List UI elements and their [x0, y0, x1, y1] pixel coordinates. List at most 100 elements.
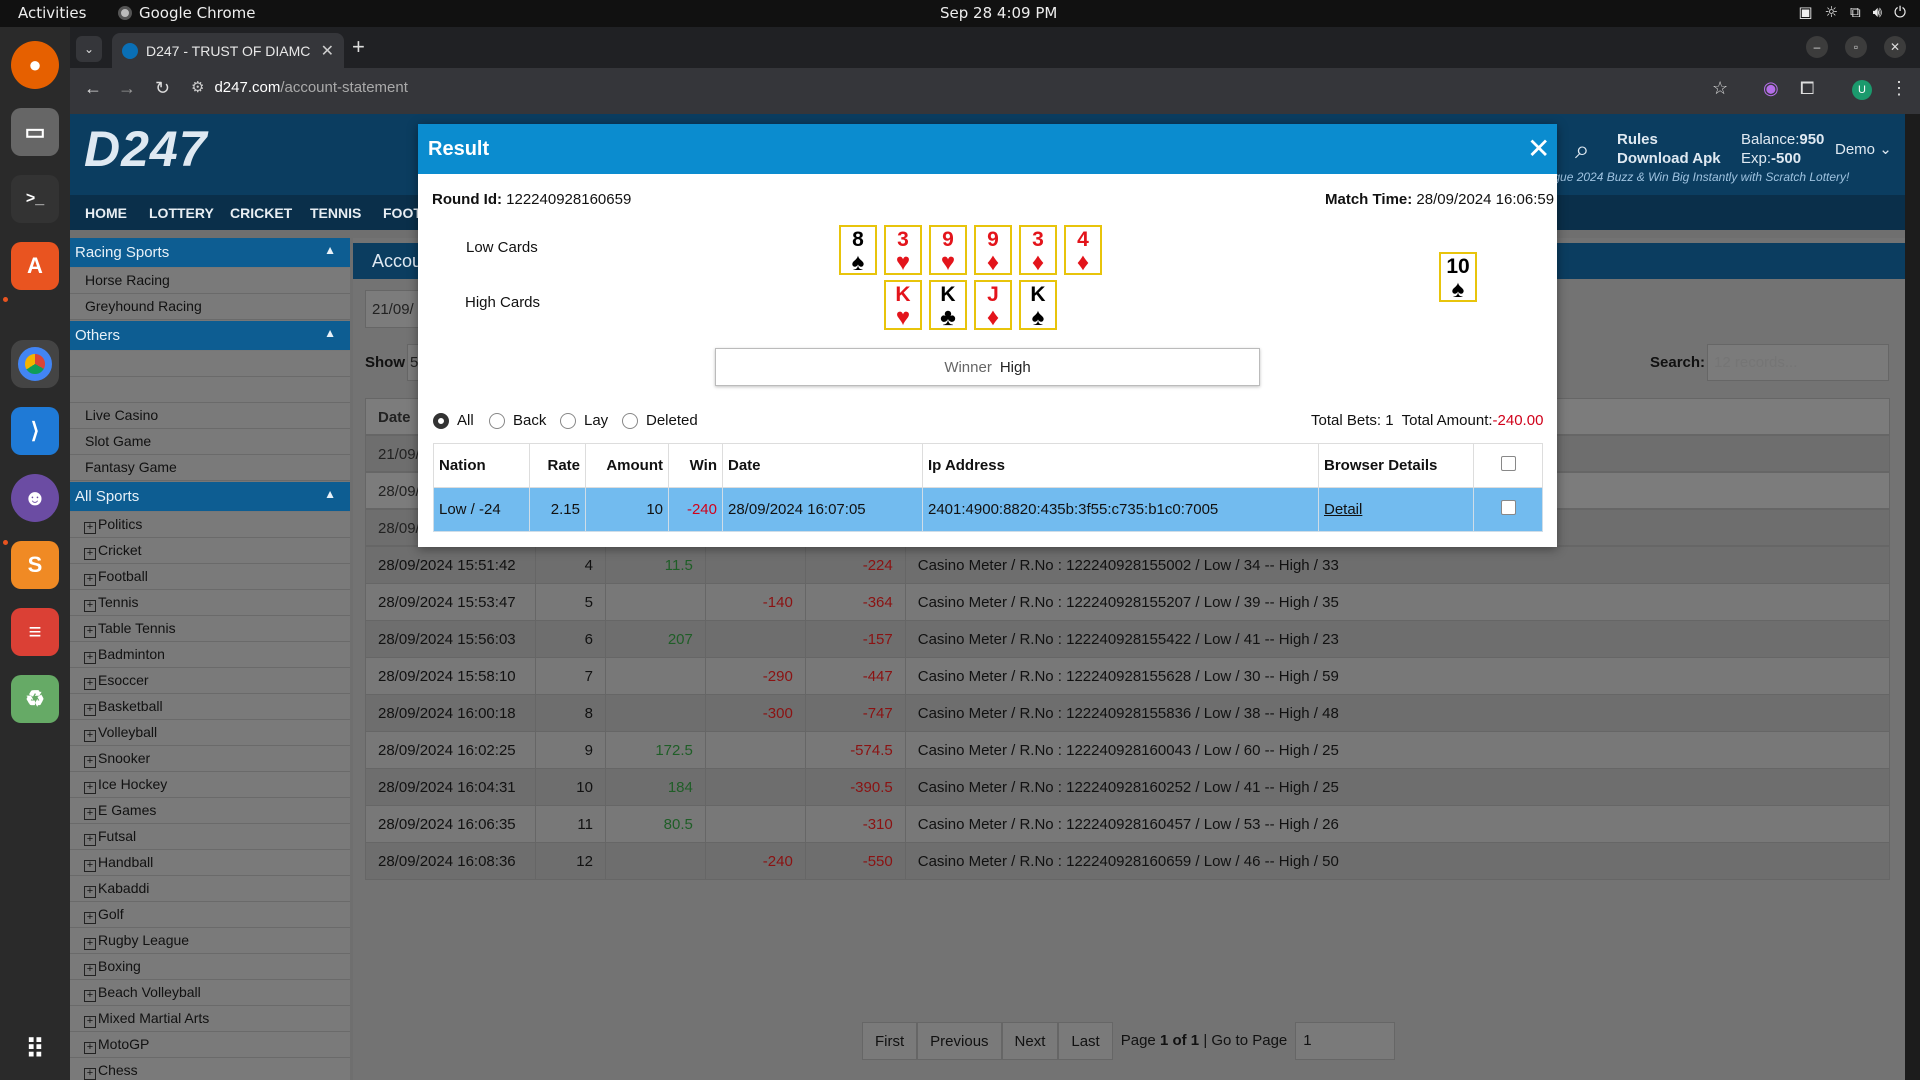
filter-all-radio[interactable]: All: [433, 412, 474, 429]
nav-home[interactable]: HOME: [85, 205, 127, 221]
sidebar-item-sport[interactable]: + E Games: [70, 798, 350, 824]
sidebar-item-sport[interactable]: + Volleyball: [70, 720, 350, 746]
sidebar-item-sport[interactable]: + Tennis: [70, 590, 350, 616]
select-all-checkbox[interactable]: [1500, 456, 1516, 471]
sidebar-item-sport[interactable]: + Chess: [70, 1058, 350, 1080]
sidebar-item-sport[interactable]: + Football: [70, 564, 350, 590]
extension-icon[interactable]: ◉: [1763, 78, 1779, 99]
site-info-icon[interactable]: ⚙: [191, 78, 204, 96]
todoist-icon[interactable]: ≡: [11, 608, 59, 656]
trash-icon[interactable]: ♻: [11, 675, 59, 723]
minimize-button[interactable]: –: [1806, 36, 1828, 58]
reload-icon[interactable]: ↻: [155, 78, 170, 99]
table-row: 28/09/2024 15:53:47 5 -140 -364 Casino Meter…: [365, 583, 1891, 621]
sidebar-item-sport[interactable]: + Handball: [70, 850, 350, 876]
chevron-up-icon: ▲: [324, 326, 336, 340]
show-apps-icon[interactable]: ⠿: [11, 1025, 59, 1073]
sidebar-item-sport[interactable]: + Kabaddi: [70, 876, 350, 902]
expand-plus-icon: +: [84, 938, 96, 950]
detail-link[interactable]: Detail: [1324, 501, 1362, 518]
download-apk-link[interactable]: Download Apk: [1617, 150, 1721, 167]
browser-menu-icon[interactable]: ⋮: [1890, 78, 1908, 99]
site-logo[interactable]: D247: [84, 120, 208, 178]
table-row: 28/09/2024 16:06:35 11 80.5 -310 Casino Mete…: [365, 805, 1891, 843]
nav-cricket[interactable]: CRICKET: [230, 205, 292, 221]
sidebar-item-sport[interactable]: + Esoccer: [70, 668, 350, 694]
active-app-menu[interactable]: Google Chrome: [118, 4, 256, 22]
profile-avatar[interactable]: U: [1852, 80, 1872, 100]
last-page-button[interactable]: Last: [1058, 1022, 1113, 1060]
sidebar-item-horse-racing[interactable]: Horse Racing: [70, 268, 350, 294]
sublime-text-icon[interactable]: S: [11, 541, 59, 589]
low-card: 3 ♦: [1019, 225, 1057, 275]
sidebar-item-sport[interactable]: + Basketball: [70, 694, 350, 720]
filter-deleted-radio[interactable]: Deleted: [622, 412, 698, 429]
filter-lay-radio[interactable]: Lay: [560, 412, 608, 429]
activities-button[interactable]: Activities: [18, 4, 86, 22]
goto-label: | Go to Page: [1203, 1032, 1288, 1049]
browser-tab[interactable]: D247 - TRUST OF DIAMC ✕: [112, 33, 344, 68]
sidebar-item-fantasy-game[interactable]: Fantasy Game: [70, 455, 350, 481]
files-icon[interactable]: ▭: [11, 108, 59, 156]
maximize-button[interactable]: ▫: [1845, 36, 1867, 58]
sidebar-item-sport[interactable]: + Beach Volleyball: [70, 980, 350, 1006]
forward-icon[interactable]: →: [118, 78, 136, 99]
search-input[interactable]: [1707, 344, 1889, 381]
bet-row-checkbox[interactable]: [1500, 500, 1516, 515]
sidebar-item-sport[interactable]: + Rugby League: [70, 928, 350, 954]
sidebar-item-sport[interactable]: + Mixed Martial Arts: [70, 1006, 350, 1032]
goto-page-input[interactable]: 1: [1295, 1022, 1396, 1060]
new-tab-button[interactable]: +: [352, 34, 365, 60]
winner-box: Winner High: [715, 348, 1260, 386]
sidebar-item-sport[interactable]: + Golf: [70, 902, 350, 928]
expand-plus-icon: +: [84, 912, 96, 924]
card-suit-icon: ♣: [940, 304, 956, 331]
bookmark-star-icon[interactable]: ☆: [1712, 78, 1728, 99]
exposure-display[interactable]: Exp:-500: [1741, 150, 1801, 167]
system-tray[interactable]: ▣ ☼ ⧉ 🔊︎ ⏻: [1798, 3, 1906, 21]
extensions-puzzle-icon[interactable]: ⧠: [1800, 78, 1814, 99]
app-center-icon[interactable]: A: [11, 242, 59, 290]
sidebar-others-header[interactable]: Others ▲: [70, 321, 350, 350]
nav-lottery[interactable]: LOTTERY: [149, 205, 214, 221]
close-tab-icon[interactable]: ✕: [321, 41, 334, 61]
rules-link[interactable]: Rules: [1617, 131, 1658, 148]
chrome-dock-icon[interactable]: [11, 340, 59, 388]
sidebar-item-slot-game[interactable]: Slot Game: [70, 429, 350, 455]
sidebar-item-greyhound-racing[interactable]: Greyhound Racing: [70, 294, 350, 320]
first-page-button[interactable]: First: [862, 1022, 918, 1060]
sidebar-item-sport[interactable]: + MotoGP: [70, 1032, 350, 1058]
pidgin-icon[interactable]: ☻: [11, 474, 59, 522]
vscode-icon[interactable]: ⟩: [11, 407, 59, 455]
filter-back-radio[interactable]: Back: [489, 412, 546, 429]
nav-tennis[interactable]: TENNIS: [310, 205, 361, 221]
address-bar[interactable]: ⚙ d247.com/account-statement: [191, 78, 408, 97]
sidebar-item-sport[interactable]: + Ice Hockey: [70, 772, 350, 798]
back-icon[interactable]: ←: [84, 78, 102, 99]
close-window-button[interactable]: ✕: [1884, 36, 1906, 58]
sport-label: MotoGP: [98, 1036, 150, 1052]
sidebar-item-sport[interactable]: + Politics: [70, 512, 350, 538]
sport-label: Esoccer: [98, 672, 149, 688]
sidebar-item-sport[interactable]: + Badminton: [70, 642, 350, 668]
exposure-label: Exp:: [1741, 150, 1772, 167]
search-icon[interactable]: ⌕: [1575, 134, 1590, 166]
sidebar-item-sport[interactable]: + Boxing: [70, 954, 350, 980]
user-menu[interactable]: Demo ⌄: [1835, 140, 1892, 158]
sidebar-item-sport[interactable]: + Cricket: [70, 538, 350, 564]
date-column-header[interactable]: Date: [378, 409, 411, 426]
firefox-icon[interactable]: ●: [11, 41, 59, 89]
sidebar-item-sport[interactable]: + Table Tennis: [70, 616, 350, 642]
date-from-input[interactable]: 21/09/: [365, 290, 425, 328]
sidebar-item-live-casino[interactable]: Live Casino: [70, 403, 350, 429]
previous-page-button[interactable]: Previous: [917, 1022, 1002, 1060]
tab-search-button[interactable]: ⌄: [76, 36, 102, 62]
sidebar-item-sport[interactable]: + Snooker: [70, 746, 350, 772]
sidebar-all-sports-header[interactable]: All Sports ▲: [70, 482, 350, 511]
terminal-icon[interactable]: >_: [11, 175, 59, 223]
close-icon[interactable]: ✕: [1527, 135, 1550, 163]
sidebar-racing-header[interactable]: Racing Sports ▲: [70, 238, 350, 267]
next-page-button[interactable]: Next: [1001, 1022, 1059, 1060]
sidebar-item-sport[interactable]: + Futsal: [70, 824, 350, 850]
clock[interactable]: Sep 28 4:09 PM: [940, 4, 1057, 22]
